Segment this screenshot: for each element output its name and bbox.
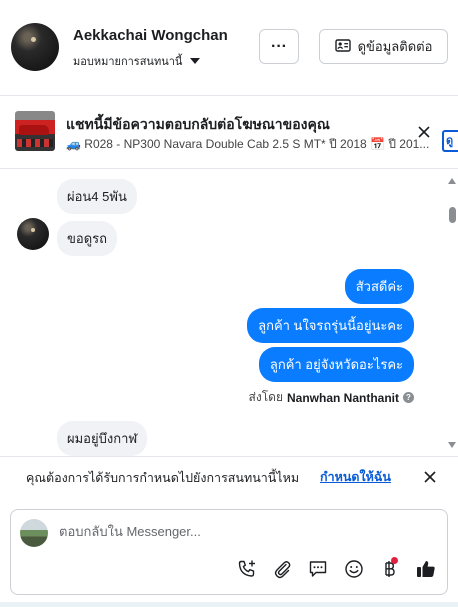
caret-down-icon	[190, 58, 201, 64]
conversation-panel: Aekkachai Wongchan มอบหมายการสนทนานี้ ··…	[0, 0, 458, 607]
assignment-prompt-text: คุณต้องการได้รับการกำหนดไปยังการสนทนานี้…	[26, 471, 300, 485]
ad-banner-subtitle[interactable]: 🚙 R028 - NP300 Navara Double Cab 2.5 S M…	[66, 135, 434, 154]
paperclip-icon[interactable]	[270, 557, 294, 581]
ad-banner-title: แชทนี้มีข้อความตอบกลับต่อโฆษณาของคุณ	[66, 116, 330, 132]
conversation-header: Aekkachai Wongchan มอบหมายการสนทนานี้ ··…	[0, 0, 458, 96]
emoji-icon[interactable]	[342, 557, 366, 581]
scrollbar-thumb[interactable]	[449, 207, 456, 223]
reply-input[interactable]	[59, 524, 429, 539]
incoming-message[interactable]: ผ่อน4 5พัน	[57, 179, 137, 214]
scroll-down-icon[interactable]	[448, 442, 456, 448]
view-contact-info-button[interactable]: ดูข้อมูลติดต่อ	[319, 29, 448, 64]
saved-reply-icon[interactable]	[306, 557, 330, 581]
outgoing-message[interactable]: สัวสดีค่ะ	[344, 269, 414, 304]
scroll-up-icon[interactable]	[448, 178, 456, 184]
incoming-message[interactable]: ขอดูรถ	[57, 221, 117, 256]
view-ad-button[interactable]: ดู	[442, 130, 458, 152]
notification-dot	[391, 557, 398, 564]
sent-by-line: ส่งโดย Nanwhan Nanthanit ?	[249, 388, 414, 407]
sender-name: Nanwhan Nanthanit	[286, 390, 399, 405]
like-icon[interactable]	[414, 557, 438, 581]
contact-name: Aekkachai Wongchan	[73, 27, 228, 44]
outgoing-message[interactable]: ลูกค้า นใจรถรุ่นนี้อยู่นะคะ	[247, 308, 414, 343]
assign-conversation-dropdown[interactable]: มอบหมายการสนทนานี้	[73, 52, 201, 70]
assign-to-me-link[interactable]: กำหนดให้ฉัน	[320, 467, 391, 487]
outgoing-message[interactable]: ลูกค้า อยู่จังหวัดอะไรคะ	[258, 347, 414, 382]
phone-plus-icon[interactable]	[235, 557, 259, 581]
message-list[interactable]: ผ่อน4 5พัน ขอดูรถ สัวสดีค่ะ ลูกค้า นใจรถ…	[0, 170, 448, 456]
close-icon[interactable]	[414, 122, 434, 142]
sent-by-prefix: ส่งโดย	[248, 390, 283, 404]
incoming-message[interactable]: ผมอยู่บึงกาฬ	[57, 421, 148, 456]
window-bottom-edge	[0, 602, 458, 607]
contact-info-label: ดูข้อมูลติดต่อ	[357, 39, 433, 54]
assignment-prompt: คุณต้องการได้รับการกำหนดไปยังการสนทนานี้…	[0, 456, 458, 496]
page-avatar	[20, 519, 48, 547]
more-options-button[interactable]: ···	[259, 29, 299, 64]
close-icon[interactable]	[421, 468, 439, 486]
avatar[interactable]	[11, 23, 59, 71]
assign-label: มอบหมายการสนทนานี้	[73, 56, 183, 68]
ad-thumbnail[interactable]	[15, 111, 55, 151]
baht-icon[interactable]	[377, 557, 401, 581]
message-composer	[10, 509, 448, 595]
avatar[interactable]	[17, 218, 49, 250]
help-icon[interactable]: ?	[403, 392, 414, 403]
contact-card-icon	[334, 38, 351, 55]
